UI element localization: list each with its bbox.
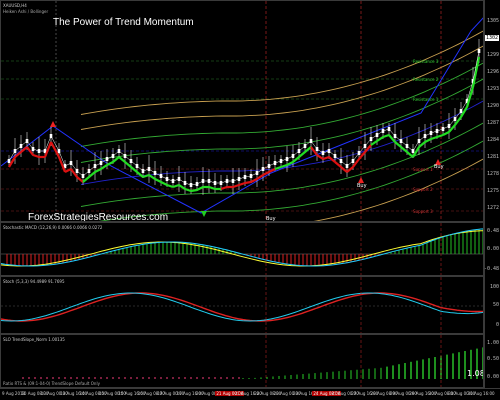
trend-ema-segment [316, 154, 324, 160]
indicator-label: Heiken Ashi / Bollinger [3, 9, 49, 14]
macd-pane[interactable]: Stochastic MACD (12,26,9) 0.0066 0.0066 … [0, 222, 484, 276]
slope-scale-tick: 0.50 [486, 356, 499, 362]
stochastic-scale[interactable]: 100 50 0 [484, 276, 500, 334]
price-scale-tick: 1275 [486, 188, 499, 194]
band-label-resistance-3: Resistance 3 [413, 59, 439, 64]
slope-scale-tick: 0.00 [486, 374, 499, 380]
stoch-scale-tick: 50 [492, 302, 499, 308]
buy-label: Buy [357, 183, 367, 189]
slope-scale-tick: 1.00 [486, 340, 499, 346]
sell-arrow [50, 121, 56, 127]
price-scale-tick: 1278 [486, 171, 499, 177]
regression-channel-line [80, 45, 483, 130]
macd-scale-tick: -0.48 [483, 266, 499, 272]
trend-ema-segment [382, 133, 390, 139]
stochastic-pane[interactable]: Stoch (5,3,3) 94.4989 91.7695 [0, 276, 484, 334]
trend-ema-segment [442, 131, 450, 136]
regression-channel-line [80, 62, 483, 147]
trend-slope-scale[interactable]: 1.00 0.50 0.00 [484, 334, 500, 388]
trend-ema-segment [148, 174, 156, 180]
trend-ema-segment [465, 86, 475, 108]
band-label-resistance-1: Resistance 1 [413, 97, 439, 102]
trend-ema-segment [232, 183, 240, 189]
buy-arrow [201, 211, 207, 217]
trend-ema-segment [166, 183, 174, 189]
trend-ema-segment [190, 188, 198, 193]
watermark: ForexStrategiesResources.com [28, 212, 169, 222]
trend-ema-segment [172, 183, 180, 189]
macd-scale-tick: 0.00 [486, 246, 499, 252]
macd-main-line [1, 228, 483, 267]
time-axis-tick: 31 Aug 16:00 [467, 391, 495, 396]
price-scale[interactable]: 1305 1302 1299 1296 1293 1290 1287 1284 1281 1278… [484, 0, 500, 222]
trend-ema-segment [100, 164, 108, 170]
price-scale-tick: 1281 [486, 154, 499, 160]
price-chart-canvas [1, 1, 483, 221]
symbol-label: XAUUSD,H4 [3, 3, 27, 8]
time-axis[interactable]: 9 Aug 2018 10 Aug 08:00 13 Aug 00:00 13 Aug… [0, 388, 500, 400]
trend-ema-segment [376, 136, 384, 142]
price-scale-tick: 1305 [486, 18, 499, 24]
stoch-scale-tick: 100 [489, 284, 499, 290]
price-scale-tick: 1284 [486, 137, 499, 143]
regression-channel-line [80, 122, 483, 207]
buy-label: Buy [434, 164, 444, 170]
macd-scale-tick: 0.48 [486, 228, 499, 234]
trend-ema-segment [208, 185, 216, 191]
trend-ema-segment [424, 138, 432, 143]
band-label-support-2: Support 2 [413, 187, 433, 192]
chart-title: The Power of Trend Momentum [53, 17, 194, 28]
trend-ema-segment [244, 180, 252, 185]
stochastic-canvas [1, 277, 483, 333]
band-label-support-3: Support 3 [413, 209, 433, 214]
trend-ema-segment [160, 181, 168, 186]
stoch-scale-tick: 0 [495, 322, 499, 328]
trend-slope-label: SLO TrendSlope_Norm 1.00135 [3, 337, 65, 342]
trend-slope-current-value: 1.08 [467, 369, 484, 378]
price-scale-tick: 1299 [486, 52, 499, 58]
price-scale-tick: 1272 [486, 205, 499, 211]
price-scale-tick: 1302 [484, 35, 499, 41]
stochastic-signal-line [1, 292, 483, 322]
trend-ema-segment [184, 187, 192, 193]
macd-label: Stochastic MACD (12,26,9) 0.0066 0.0066 … [3, 225, 103, 230]
trend-ema-segment [436, 133, 444, 139]
band-label-support-1: Support 1 [413, 167, 433, 172]
price-scale-tick: 1296 [486, 69, 499, 75]
trend-ema-segment [238, 181, 246, 187]
trading-chart-window: XAUUSD,H4 Heiken Ashi / Bollinger The Po… [0, 0, 500, 400]
macd-scale[interactable]: 0.48 0.00 -0.48 [484, 222, 500, 276]
regression-channel-line [80, 78, 483, 163]
trend-ema-segment [430, 135, 438, 141]
trend-ema-segment [154, 178, 162, 183]
trend-ema-segment [32, 153, 40, 159]
price-scale-tick: 1290 [486, 103, 499, 109]
band-label-resistance-2: Resistance 2 [413, 77, 439, 82]
trend-slope-footer: Ratio RTS & (09:1-04-0) TrendSlope Defau… [3, 381, 100, 386]
trend-ema-segment [106, 161, 114, 166]
trend-slope-pane[interactable]: SLO TrendSlope_Norm 1.00135 Ratio RTS & … [0, 334, 484, 388]
price-pane[interactable]: XAUUSD,H4 Heiken Ashi / Bollinger The Po… [0, 0, 484, 222]
trend-ema-segment [370, 140, 378, 146]
price-scale-tick: 1293 [486, 86, 499, 92]
trend-ema-segment [178, 184, 186, 190]
stochastic-label: Stoch (5,3,3) 94.4989 91.7695 [3, 279, 65, 284]
trend-ema-segment [322, 155, 330, 161]
trend-ema-segment [94, 168, 102, 173]
price-scale-tick: 1287 [486, 120, 499, 126]
macd-canvas [1, 223, 483, 275]
trend-ema-segment [196, 186, 204, 191]
trend-ema-segment [64, 168, 72, 173]
